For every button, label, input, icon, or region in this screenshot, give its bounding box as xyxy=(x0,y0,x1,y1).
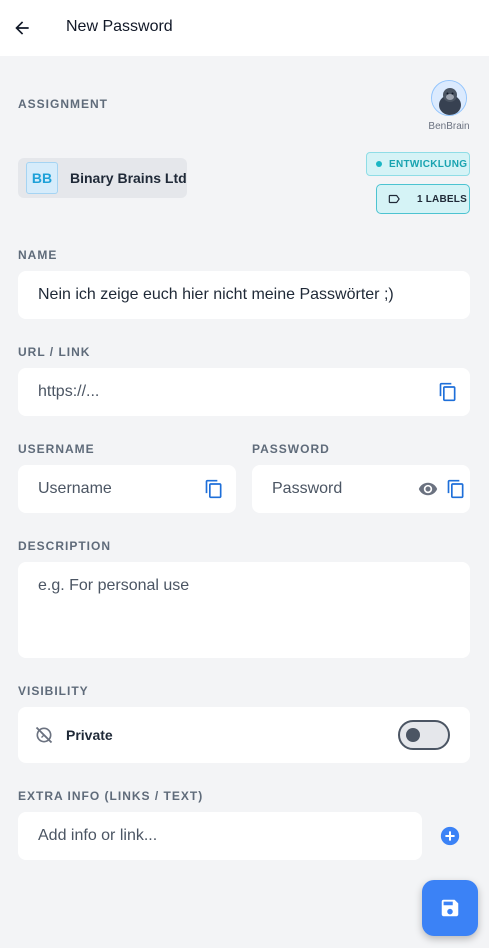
environment-tag-label: ENTWICKLUNG xyxy=(389,158,468,170)
assignment-label: ASSIGNMENT xyxy=(18,97,109,111)
top-app-bar: New Password xyxy=(0,0,489,56)
visibility-toggle[interactable] xyxy=(398,720,450,750)
username-field[interactable]: Username xyxy=(18,465,236,513)
save-button[interactable] xyxy=(422,880,478,936)
extra-info-label: EXTRA INFO (LINKS / TEXT) xyxy=(18,789,204,803)
description-label: DESCRIPTION xyxy=(18,539,112,553)
back-arrow-icon[interactable] xyxy=(10,16,34,40)
company-initials: BB xyxy=(26,162,58,194)
user-avatar[interactable] xyxy=(431,80,467,116)
labels-button[interactable]: 1 LABELS xyxy=(376,184,470,214)
visibility-option-label: Private xyxy=(66,727,113,743)
eye-icon[interactable] xyxy=(416,477,440,501)
environment-tag[interactable]: ENTWICKLUNG xyxy=(366,152,470,176)
url-field[interactable]: https://... xyxy=(18,368,470,416)
password-placeholder: Password xyxy=(272,480,343,497)
visibility-off-icon xyxy=(34,725,54,745)
username-label: USERNAME xyxy=(18,442,95,456)
page-title: New Password xyxy=(66,18,173,35)
user-name: BenBrain xyxy=(428,121,470,132)
toggle-knob xyxy=(406,728,420,742)
add-circle-icon[interactable] xyxy=(438,824,462,848)
extra-info-input[interactable]: Add info or link... xyxy=(18,812,422,860)
extra-info-placeholder: Add info or link... xyxy=(38,827,158,844)
save-icon xyxy=(439,897,461,919)
username-placeholder: Username xyxy=(38,480,112,497)
url-placeholder: https://... xyxy=(38,383,100,400)
password-field[interactable]: Password xyxy=(252,465,470,513)
copy-username-icon[interactable] xyxy=(202,477,226,501)
description-placeholder: e.g. For personal use xyxy=(38,577,190,594)
visibility-label: VISIBILITY xyxy=(18,684,89,698)
name-field[interactable]: Nein ich zeige euch hier nicht meine Pas… xyxy=(18,271,470,319)
name-label: NAME xyxy=(18,248,58,262)
visibility-row: Private xyxy=(18,707,470,763)
url-label: URL / LINK xyxy=(18,345,91,359)
password-label: PASSWORD xyxy=(252,442,330,456)
company-chip[interactable]: BB Binary Brains Ltd xyxy=(18,158,187,198)
name-value: Nein ich zeige euch hier nicht meine Pas… xyxy=(38,286,394,303)
description-textarea[interactable]: e.g. For personal use xyxy=(18,562,470,658)
label-icon xyxy=(387,192,401,206)
labels-count: 1 LABELS xyxy=(417,193,467,205)
copy-url-icon[interactable] xyxy=(436,380,460,404)
status-dot-icon xyxy=(376,161,382,167)
copy-password-icon[interactable] xyxy=(444,477,468,501)
company-name: Binary Brains Ltd xyxy=(70,170,187,186)
